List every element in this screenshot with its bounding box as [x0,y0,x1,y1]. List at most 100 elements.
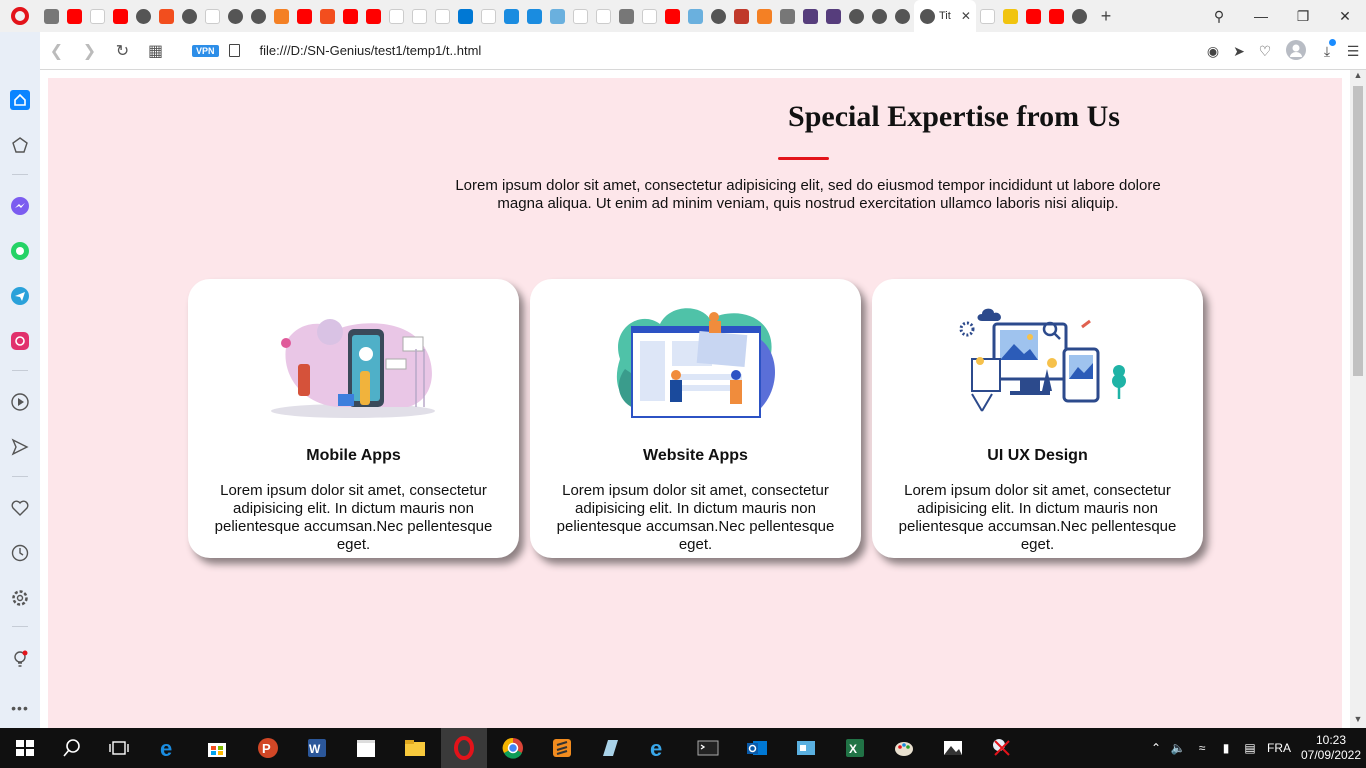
search-icon[interactable] [60,736,84,760]
tab-globe[interactable] [868,0,891,32]
internet-explorer-icon[interactable]: e [647,736,671,760]
home-icon[interactable] [8,88,32,112]
vpn-badge[interactable]: VPN [192,44,219,57]
battery-icon[interactable]: ▮ [1214,741,1238,755]
page-scrollbar[interactable]: ▲ ▼ [1350,70,1366,728]
tab-google[interactable] [569,0,592,32]
more-options-icon[interactable]: ••• [8,696,32,720]
service-card-mobile-apps[interactable]: Mobile Apps Lorem ipsum dolor sit amet, … [188,279,519,558]
tab-link[interactable] [500,0,523,32]
tab-stackoverflow[interactable] [270,0,293,32]
close-window-button[interactable]: ✕ [1324,8,1366,25]
new-tab-button[interactable]: + [1091,6,1121,27]
opera-taskbar-icon[interactable] [452,736,476,760]
video-editor-icon[interactable] [354,736,378,760]
opera-menu-button[interactable] [0,0,40,32]
tab-globe[interactable] [1068,0,1091,32]
task-view-icon[interactable] [107,736,131,760]
tab-settings[interactable] [40,0,63,32]
close-tab-icon[interactable]: ✕ [961,9,971,23]
player-icon[interactable] [8,390,32,414]
language-indicator[interactable]: FRA [1262,741,1296,755]
tab-globe[interactable] [845,0,868,32]
tab-active[interactable]: Tit ✕ [914,0,976,32]
clock[interactable]: 10:23 07/09/2022 [1296,733,1366,763]
file-explorer-icon[interactable] [403,736,427,760]
tab-grid[interactable] [776,0,799,32]
excel-icon[interactable]: X [843,736,867,760]
service-card-ui-ux-design[interactable]: UI UX Design Lorem ipsum dolor sit amet,… [872,279,1203,558]
tab-youtube[interactable] [293,0,316,32]
show-hidden-icons-chevron-icon[interactable]: ⌃ [1146,741,1166,755]
volume-icon[interactable]: 🔈 [1166,741,1190,755]
wifi-icon[interactable]: ≈ [1190,741,1214,755]
search-tabs-icon[interactable]: ⚲ [1198,8,1240,25]
edge-icon[interactable]: e [157,736,181,760]
tips-lightbulb-icon[interactable] [8,647,32,671]
chrome-icon[interactable] [501,736,525,760]
tab-figma[interactable] [155,0,178,32]
tab-youtube[interactable] [661,0,684,32]
forward-button[interactable]: ❯ [73,41,106,61]
minimize-button[interactable]: — [1240,8,1282,24]
url-field[interactable]: file:///D:/SN-Genius/test1/temp1/t..html [260,43,482,58]
tab-figma[interactable] [316,0,339,32]
tab-globe[interactable] [707,0,730,32]
tab-outlook[interactable] [454,0,477,32]
tab-book[interactable] [730,0,753,32]
tab-globe[interactable] [247,0,270,32]
maximize-button[interactable]: ❐ [1282,8,1324,25]
tab-wikipedia[interactable] [408,0,431,32]
tab-youtube[interactable] [362,0,385,32]
tab-google[interactable] [976,0,999,32]
tab-globe[interactable] [178,0,201,32]
scrollbar-thumb[interactable] [1353,86,1363,376]
profile-avatar[interactable] [1278,39,1314,63]
tab-stackoverflow[interactable] [753,0,776,32]
snipping-tool-icon[interactable] [990,736,1014,760]
store-icon[interactable] [205,736,229,760]
tab-microsoft[interactable] [592,0,615,32]
tab-google[interactable] [385,0,408,32]
scroll-down-arrow-icon[interactable]: ▼ [1350,714,1366,728]
downloads-icon[interactable]: ⤓ [1314,38,1340,60]
whatsapp-icon[interactable] [8,239,32,263]
bookmarks-heart-icon[interactable] [8,496,32,520]
app-glass-icon[interactable] [598,736,622,760]
terminal-icon[interactable] [696,736,720,760]
tab-globe[interactable] [132,0,155,32]
reload-button[interactable]: ↻ [106,41,139,61]
tab-youtube[interactable] [1045,0,1068,32]
snapshot-camera-icon[interactable]: ◉ [1200,43,1226,60]
messenger-icon[interactable] [8,194,32,218]
tab-grid-icon[interactable]: ▦ [139,41,172,61]
service-card-website-apps[interactable]: Website Apps Lorem ipsum dolor sit amet,… [530,279,861,558]
powerpoint-icon[interactable]: P [256,736,280,760]
tab-code[interactable] [523,0,546,32]
word-icon[interactable]: W [305,736,329,760]
sublime-text-icon[interactable] [550,736,574,760]
tab-globe[interactable] [224,0,247,32]
settings-gear-icon[interactable] [8,586,32,610]
scroll-up-arrow-icon[interactable]: ▲ [1350,70,1366,84]
history-clock-icon[interactable] [8,541,32,565]
instagram-icon[interactable] [8,329,32,353]
tab-google[interactable] [477,0,500,32]
easy-setup-icon[interactable]: ☰ [1340,43,1366,60]
tab-wave[interactable] [546,0,569,32]
tab-globe[interactable] [891,0,914,32]
notifications-icon[interactable]: ▤ [1238,741,1262,755]
send-icon[interactable] [8,435,32,459]
bookmark-heart-icon[interactable]: ♡ [1252,43,1278,60]
tab-grid[interactable] [615,0,638,32]
outlook-icon[interactable] [745,736,769,760]
send-page-icon[interactable]: ➤ [1226,43,1252,60]
telegram-icon[interactable] [8,284,32,308]
paint-icon[interactable] [892,736,916,760]
windows-start-icon[interactable] [13,736,37,760]
tab-youtube[interactable] [63,0,86,32]
speed-dial-icon[interactable] [8,133,32,157]
photos-icon[interactable] [941,736,965,760]
tab-google[interactable] [201,0,224,32]
back-button[interactable]: ❮ [40,41,73,61]
